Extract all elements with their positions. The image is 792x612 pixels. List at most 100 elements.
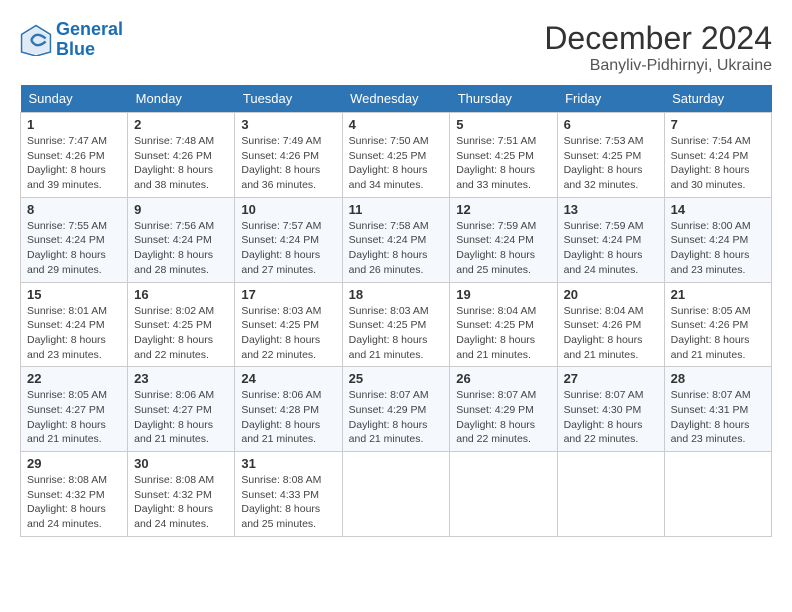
day-number: 14	[671, 202, 765, 217]
day-number: 23	[134, 371, 228, 386]
empty-cell	[342, 452, 450, 537]
day-info: Sunrise: 8:08 AMSunset: 4:32 PMDaylight:…	[27, 473, 121, 532]
day-info: Sunrise: 8:07 AMSunset: 4:30 PMDaylight:…	[564, 388, 658, 447]
day-number: 1	[27, 117, 121, 132]
weekday-header-sunday: Sunday	[21, 85, 128, 113]
calendar-day-cell: 21 Sunrise: 8:05 AMSunset: 4:26 PMDaylig…	[664, 282, 771, 367]
day-info: Sunrise: 7:48 AMSunset: 4:26 PMDaylight:…	[134, 134, 228, 193]
day-number: 28	[671, 371, 765, 386]
calendar-day-cell: 19 Sunrise: 8:04 AMSunset: 4:25 PMDaylig…	[450, 282, 557, 367]
day-info: Sunrise: 8:07 AMSunset: 4:29 PMDaylight:…	[456, 388, 550, 447]
day-number: 3	[241, 117, 335, 132]
day-info: Sunrise: 7:47 AMSunset: 4:26 PMDaylight:…	[27, 134, 121, 193]
day-number: 30	[134, 456, 228, 471]
empty-cell	[664, 452, 771, 537]
day-number: 5	[456, 117, 550, 132]
calendar-day-cell: 12 Sunrise: 7:59 AMSunset: 4:24 PMDaylig…	[450, 197, 557, 282]
calendar-day-cell: 26 Sunrise: 8:07 AMSunset: 4:29 PMDaylig…	[450, 367, 557, 452]
day-info: Sunrise: 8:07 AMSunset: 4:29 PMDaylight:…	[349, 388, 444, 447]
day-info: Sunrise: 7:59 AMSunset: 4:24 PMDaylight:…	[456, 219, 550, 278]
day-info: Sunrise: 8:01 AMSunset: 4:24 PMDaylight:…	[27, 304, 121, 363]
day-number: 8	[27, 202, 121, 217]
weekday-header-wednesday: Wednesday	[342, 85, 450, 113]
calendar-day-cell: 9 Sunrise: 7:56 AMSunset: 4:24 PMDayligh…	[128, 197, 235, 282]
calendar-week-row: 8 Sunrise: 7:55 AMSunset: 4:24 PMDayligh…	[21, 197, 772, 282]
day-number: 10	[241, 202, 335, 217]
calendar-day-cell: 20 Sunrise: 8:04 AMSunset: 4:26 PMDaylig…	[557, 282, 664, 367]
day-number: 31	[241, 456, 335, 471]
weekday-header-row: SundayMondayTuesdayWednesdayThursdayFrid…	[21, 85, 772, 113]
calendar-day-cell: 3 Sunrise: 7:49 AMSunset: 4:26 PMDayligh…	[235, 113, 342, 198]
calendar-day-cell: 29 Sunrise: 8:08 AMSunset: 4:32 PMDaylig…	[21, 452, 128, 537]
calendar-day-cell: 8 Sunrise: 7:55 AMSunset: 4:24 PMDayligh…	[21, 197, 128, 282]
day-number: 17	[241, 287, 335, 302]
day-info: Sunrise: 8:08 AMSunset: 4:33 PMDaylight:…	[241, 473, 335, 532]
calendar-table: SundayMondayTuesdayWednesdayThursdayFrid…	[20, 85, 772, 537]
calendar-day-cell: 31 Sunrise: 8:08 AMSunset: 4:33 PMDaylig…	[235, 452, 342, 537]
calendar-day-cell: 10 Sunrise: 7:57 AMSunset: 4:24 PMDaylig…	[235, 197, 342, 282]
day-info: Sunrise: 7:58 AMSunset: 4:24 PMDaylight:…	[349, 219, 444, 278]
weekday-header-monday: Monday	[128, 85, 235, 113]
page-header: General Blue December 2024 Banyliv-Pidhi…	[20, 20, 772, 75]
day-info: Sunrise: 8:04 AMSunset: 4:26 PMDaylight:…	[564, 304, 658, 363]
day-number: 21	[671, 287, 765, 302]
calendar-day-cell: 25 Sunrise: 8:07 AMSunset: 4:29 PMDaylig…	[342, 367, 450, 452]
day-number: 22	[27, 371, 121, 386]
day-number: 19	[456, 287, 550, 302]
day-info: Sunrise: 8:00 AMSunset: 4:24 PMDaylight:…	[671, 219, 765, 278]
logo: General Blue	[20, 20, 123, 60]
calendar-day-cell: 13 Sunrise: 7:59 AMSunset: 4:24 PMDaylig…	[557, 197, 664, 282]
calendar-day-cell: 23 Sunrise: 8:06 AMSunset: 4:27 PMDaylig…	[128, 367, 235, 452]
day-info: Sunrise: 7:57 AMSunset: 4:24 PMDaylight:…	[241, 219, 335, 278]
day-number: 26	[456, 371, 550, 386]
weekday-header-saturday: Saturday	[664, 85, 771, 113]
day-info: Sunrise: 8:07 AMSunset: 4:31 PMDaylight:…	[671, 388, 765, 447]
day-info: Sunrise: 7:51 AMSunset: 4:25 PMDaylight:…	[456, 134, 550, 193]
calendar-week-row: 15 Sunrise: 8:01 AMSunset: 4:24 PMDaylig…	[21, 282, 772, 367]
logo-line1: General	[56, 19, 123, 39]
logo-text: General Blue	[56, 20, 123, 60]
day-info: Sunrise: 7:49 AMSunset: 4:26 PMDaylight:…	[241, 134, 335, 193]
day-info: Sunrise: 8:05 AMSunset: 4:26 PMDaylight:…	[671, 304, 765, 363]
day-info: Sunrise: 8:08 AMSunset: 4:32 PMDaylight:…	[134, 473, 228, 532]
day-info: Sunrise: 8:03 AMSunset: 4:25 PMDaylight:…	[349, 304, 444, 363]
empty-cell	[557, 452, 664, 537]
logo-icon	[20, 24, 52, 56]
day-number: 15	[27, 287, 121, 302]
day-info: Sunrise: 8:03 AMSunset: 4:25 PMDaylight:…	[241, 304, 335, 363]
calendar-day-cell: 30 Sunrise: 8:08 AMSunset: 4:32 PMDaylig…	[128, 452, 235, 537]
calendar-week-row: 1 Sunrise: 7:47 AMSunset: 4:26 PMDayligh…	[21, 113, 772, 198]
day-info: Sunrise: 7:50 AMSunset: 4:25 PMDaylight:…	[349, 134, 444, 193]
day-info: Sunrise: 7:53 AMSunset: 4:25 PMDaylight:…	[564, 134, 658, 193]
calendar-week-row: 29 Sunrise: 8:08 AMSunset: 4:32 PMDaylig…	[21, 452, 772, 537]
calendar-day-cell: 22 Sunrise: 8:05 AMSunset: 4:27 PMDaylig…	[21, 367, 128, 452]
day-info: Sunrise: 7:56 AMSunset: 4:24 PMDaylight:…	[134, 219, 228, 278]
day-info: Sunrise: 7:59 AMSunset: 4:24 PMDaylight:…	[564, 219, 658, 278]
day-number: 29	[27, 456, 121, 471]
month-year-title: December 2024	[544, 20, 772, 57]
location-subtitle: Banyliv-Pidhirnyi, Ukraine	[544, 57, 772, 75]
day-info: Sunrise: 8:04 AMSunset: 4:25 PMDaylight:…	[456, 304, 550, 363]
day-info: Sunrise: 8:02 AMSunset: 4:25 PMDaylight:…	[134, 304, 228, 363]
day-number: 6	[564, 117, 658, 132]
logo-line2: Blue	[56, 39, 95, 59]
day-number: 12	[456, 202, 550, 217]
day-info: Sunrise: 7:55 AMSunset: 4:24 PMDaylight:…	[27, 219, 121, 278]
calendar-day-cell: 7 Sunrise: 7:54 AMSunset: 4:24 PMDayligh…	[664, 113, 771, 198]
calendar-day-cell: 1 Sunrise: 7:47 AMSunset: 4:26 PMDayligh…	[21, 113, 128, 198]
calendar-week-row: 22 Sunrise: 8:05 AMSunset: 4:27 PMDaylig…	[21, 367, 772, 452]
calendar-day-cell: 27 Sunrise: 8:07 AMSunset: 4:30 PMDaylig…	[557, 367, 664, 452]
day-info: Sunrise: 7:54 AMSunset: 4:24 PMDaylight:…	[671, 134, 765, 193]
day-number: 25	[349, 371, 444, 386]
day-info: Sunrise: 8:05 AMSunset: 4:27 PMDaylight:…	[27, 388, 121, 447]
calendar-day-cell: 5 Sunrise: 7:51 AMSunset: 4:25 PMDayligh…	[450, 113, 557, 198]
day-number: 2	[134, 117, 228, 132]
day-number: 18	[349, 287, 444, 302]
calendar-day-cell: 11 Sunrise: 7:58 AMSunset: 4:24 PMDaylig…	[342, 197, 450, 282]
weekday-header-tuesday: Tuesday	[235, 85, 342, 113]
calendar-day-cell: 2 Sunrise: 7:48 AMSunset: 4:26 PMDayligh…	[128, 113, 235, 198]
calendar-day-cell: 18 Sunrise: 8:03 AMSunset: 4:25 PMDaylig…	[342, 282, 450, 367]
day-number: 4	[349, 117, 444, 132]
day-number: 11	[349, 202, 444, 217]
calendar-day-cell: 24 Sunrise: 8:06 AMSunset: 4:28 PMDaylig…	[235, 367, 342, 452]
